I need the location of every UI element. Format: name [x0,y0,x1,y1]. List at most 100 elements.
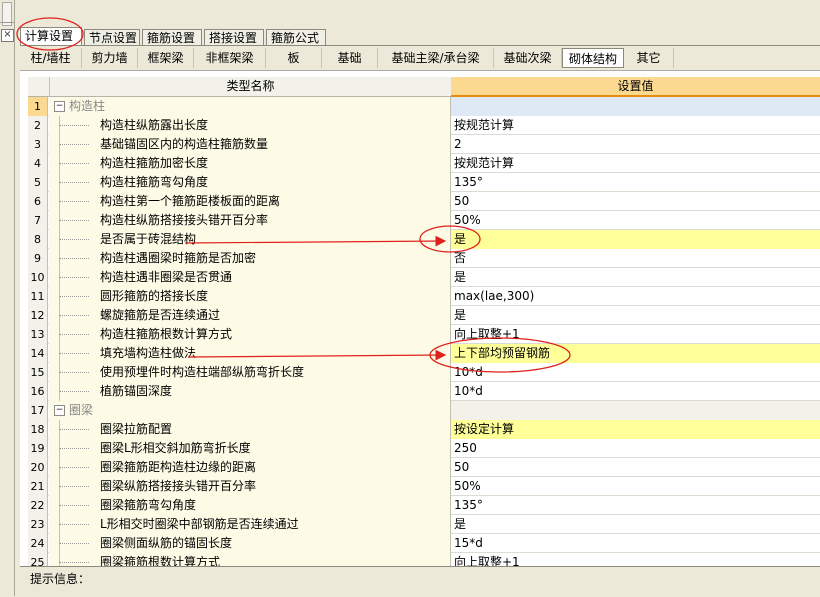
row-name-cell[interactable]: 填充墙构造柱做法 [49,344,451,363]
tab-sub-6[interactable]: 基础主梁/承台梁 [378,48,494,68]
grid-header: 类型名称 设置值 [28,77,820,97]
setting-value-cell[interactable]: 250 [451,439,820,458]
setting-value-cell[interactable]: 否 [451,249,820,268]
table-row[interactable]: 3 基础锚固区内的构造柱箍筋数量 2 [28,135,820,154]
row-name-cell[interactable]: 圈梁箍筋距构造柱边缘的距离 [49,458,451,477]
row-name-cell[interactable]: 基础锚固区内的构造柱箍筋数量 [49,135,451,154]
tab-sub-3[interactable]: 非框架梁 [194,48,266,68]
row-name-cell[interactable]: − 圈梁 [49,401,451,420]
row-number: 18 [28,420,48,439]
table-row[interactable]: 2 构造柱纵筋露出长度 按规范计算 [28,116,820,135]
row-name-cell[interactable]: 螺旋箍筋是否连续通过 [49,306,451,325]
table-row[interactable]: 14 填充墙构造柱做法 上下部均预留钢筋 [28,344,820,363]
tab-sub-4[interactable]: 板 [266,48,322,68]
table-row[interactable]: 19 圈梁L形相交斜加筋弯折长度 250 [28,439,820,458]
row-name-cell[interactable]: 使用预埋件时构造柱端部纵筋弯折长度 [49,363,451,382]
setting-value-cell[interactable]: 按规范计算 [451,116,820,135]
tab-top-1[interactable]: 节点设置 [84,29,140,45]
table-row[interactable]: 13 构造柱箍筋根数计算方式 向上取整+1 [28,325,820,344]
tab-sub-2[interactable]: 框架梁 [138,48,194,68]
setting-value-cell[interactable]: max(lae,300) [451,287,820,306]
table-row[interactable]: 18 圈梁拉筋配置 按设定计算 [28,420,820,439]
row-name-cell[interactable]: 构造柱纵筋搭接接头错开百分率 [49,211,451,230]
setting-value-cell[interactable]: 50% [451,211,820,230]
header-type-name[interactable]: 类型名称 [49,77,452,96]
table-row[interactable]: 7 构造柱纵筋搭接接头错开百分率 50% [28,211,820,230]
setting-value-cell[interactable]: 2 [451,135,820,154]
setting-value-cell[interactable]: 按设定计算 [451,420,820,439]
row-name-cell[interactable]: 圈梁拉筋配置 [49,420,451,439]
table-row[interactable]: 10 构造柱遇非圈梁是否贯通 是 [28,268,820,287]
setting-value-cell[interactable] [451,401,820,420]
setting-value-cell[interactable]: 135° [451,173,820,192]
group-row[interactable]: 1− 构造柱 [28,97,820,116]
setting-value-cell[interactable]: 是 [451,515,820,534]
setting-label: 基础锚固区内的构造柱箍筋数量 [100,137,269,151]
row-name-cell[interactable]: 是否属于砖混结构 [49,230,451,249]
tab-sub-0[interactable]: 柱/墙柱 [20,48,82,68]
setting-value-cell[interactable]: 50 [451,458,820,477]
table-row[interactable]: 21 圈梁纵筋搭接接头错开百分率 50% [28,477,820,496]
tab-sub-9[interactable]: 其它 [624,48,674,68]
setting-value-cell[interactable]: 是 [451,306,820,325]
row-number: 17 [28,401,48,420]
tab-sub-1[interactable]: 剪力墙 [82,48,138,68]
setting-value-cell[interactable]: 10*d [451,382,820,401]
row-name-cell[interactable]: 圈梁侧面纵筋的锚固长度 [49,534,451,553]
row-name-cell[interactable]: 构造柱纵筋露出长度 [49,116,451,135]
table-row[interactable]: 11 圆形箍筋的搭接长度 max(lae,300) [28,287,820,306]
setting-value-cell[interactable]: 是 [451,268,820,287]
setting-value-cell[interactable]: 向上取整+1 [451,325,820,344]
row-name-cell[interactable]: 圈梁L形相交斜加筋弯折长度 [49,439,451,458]
table-row[interactable]: 6 构造柱第一个箍筋距楼板面的距离 50 [28,192,820,211]
setting-value-cell[interactable]: 按规范计算 [451,154,820,173]
table-row[interactable]: 4 构造柱箍筋加密长度 按规范计算 [28,154,820,173]
row-name-cell[interactable]: 构造柱遇圈梁时箍筋是否加密 [49,249,451,268]
tab-top-4[interactable]: 箍筋公式 [266,29,326,45]
setting-label: 圈梁纵筋搭接接头错开百分率 [100,479,257,493]
row-name-cell[interactable]: 构造柱箍筋加密长度 [49,154,451,173]
row-name-cell[interactable]: 构造柱箍筋弯勾角度 [49,173,451,192]
group-row[interactable]: 17− 圈梁 [28,401,820,420]
table-row[interactable]: 20 圈梁箍筋距构造柱边缘的距离 50 [28,458,820,477]
row-number: 3 [28,135,48,154]
table-row[interactable]: 16 植筋锚固深度 10*d [28,382,820,401]
table-row[interactable]: 24 圈梁侧面纵筋的锚固长度 15*d [28,534,820,553]
tab-sub-5[interactable]: 基础 [322,48,378,68]
collapse-icon[interactable]: − [54,101,65,112]
table-row[interactable]: 23 L形相交时圈梁中部钢筋是否连续通过 是 [28,515,820,534]
header-setting-value[interactable]: 设置值 [451,77,820,97]
setting-value-cell[interactable]: 10*d [451,363,820,382]
row-name-cell[interactable]: 圈梁箍筋弯勾角度 [49,496,451,515]
close-icon[interactable]: × [1,29,14,42]
tree-branch [59,372,89,374]
tab-sub-7[interactable]: 基础次梁 [494,48,562,68]
table-row[interactable]: 9 构造柱遇圈梁时箍筋是否加密 否 [28,249,820,268]
row-name-cell[interactable]: 构造柱箍筋根数计算方式 [49,325,451,344]
row-name-cell[interactable]: 构造柱遇非圈梁是否贯通 [49,268,451,287]
row-name-cell[interactable]: 构造柱第一个箍筋距楼板面的距离 [49,192,451,211]
setting-value-cell[interactable] [451,97,820,116]
tab-sub-8[interactable]: 砌体结构 [562,48,624,68]
table-row[interactable]: 8 是否属于砖混结构 是 [28,230,820,249]
tab-top-3[interactable]: 搭接设置 [204,29,264,45]
setting-value-cell[interactable]: 是 [451,230,820,249]
row-name-cell[interactable]: 圆形箍筋的搭接长度 [49,287,451,306]
tab-top-0[interactable]: 计算设置 [20,27,82,45]
tab-top-2[interactable]: 箍筋设置 [142,29,202,45]
table-row[interactable]: 5 构造柱箍筋弯勾角度 135° [28,173,820,192]
table-row[interactable]: 15 使用预埋件时构造柱端部纵筋弯折长度 10*d [28,363,820,382]
setting-value-cell[interactable]: 135° [451,496,820,515]
setting-value-cell[interactable]: 50% [451,477,820,496]
row-name-cell[interactable]: L形相交时圈梁中部钢筋是否连续通过 [49,515,451,534]
setting-value-cell[interactable]: 50 [451,192,820,211]
setting-value-cell[interactable]: 15*d [451,534,820,553]
collapse-icon[interactable]: − [54,405,65,416]
setting-value-cell[interactable]: 上下部均预留钢筋 [451,344,820,363]
table-row[interactable]: 12 螺旋箍筋是否连续通过 是 [28,306,820,325]
table-row[interactable]: 22 圈梁箍筋弯勾角度 135° [28,496,820,515]
row-name-cell[interactable]: − 构造柱 [49,97,451,116]
row-name-cell[interactable]: 圈梁纵筋搭接接头错开百分率 [49,477,451,496]
row-name-cell[interactable]: 植筋锚固深度 [49,382,451,401]
status-label: 提示信息： [30,572,91,586]
